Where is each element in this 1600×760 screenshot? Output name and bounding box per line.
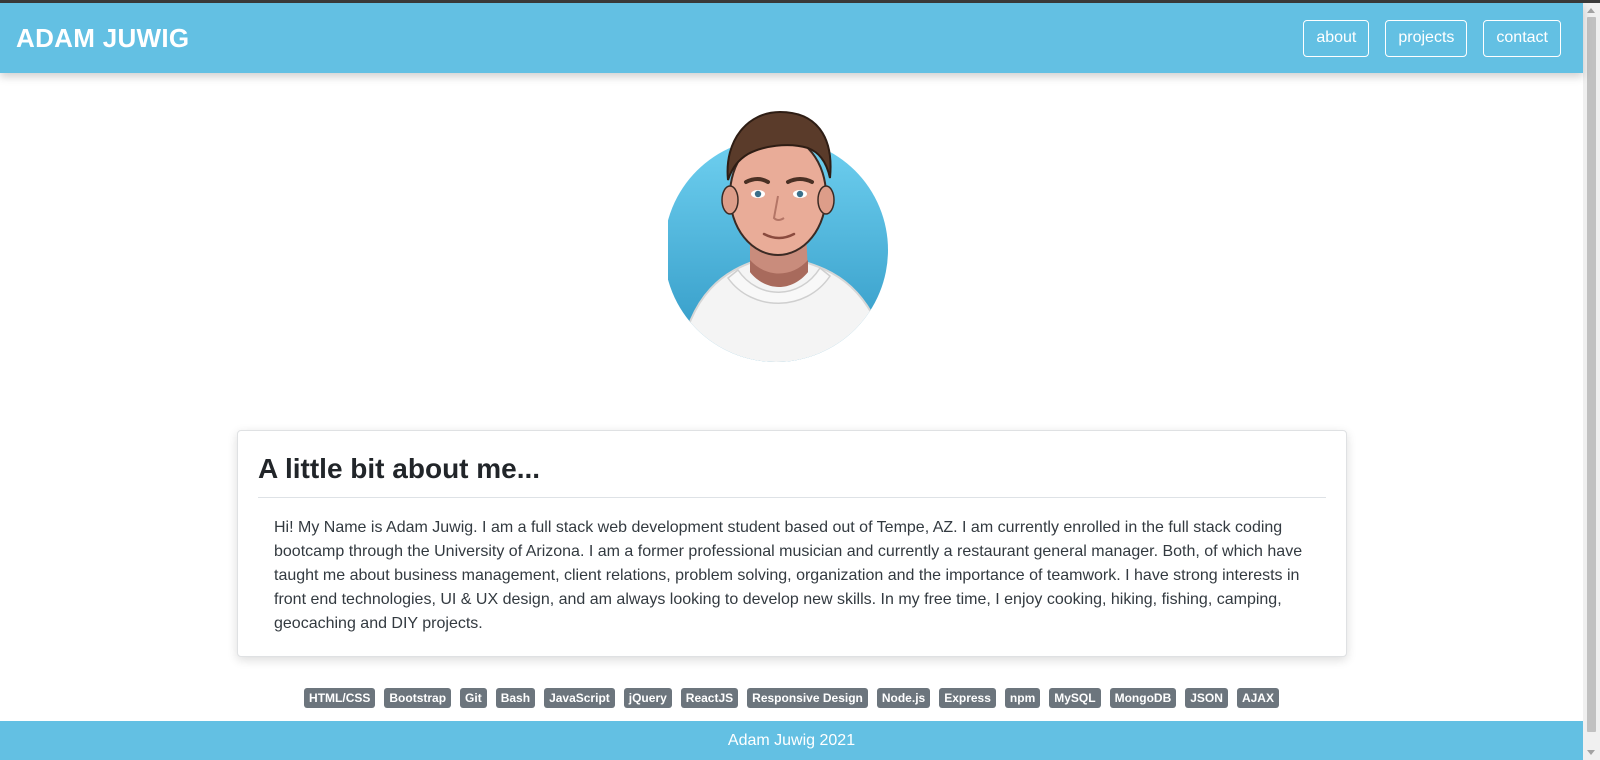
avatar [664, 100, 908, 370]
skill-badge: Bootstrap [384, 688, 452, 708]
skill-badge: JSON [1185, 688, 1228, 708]
nav-contact-button[interactable]: contact [1483, 19, 1561, 57]
skill-badge: AJAX [1236, 688, 1279, 708]
skill-badge: Git [460, 688, 487, 708]
skill-badge: MongoDB [1109, 688, 1177, 708]
skill-badge: Node.js [876, 688, 931, 708]
nav-links: about projects contact [1303, 19, 1561, 57]
skill-badge: ReactJS [680, 688, 739, 708]
skill-badge: Bash [495, 688, 536, 708]
scroll-up-arrow-icon[interactable] [1587, 8, 1595, 13]
about-card: A little bit about me... Hi! My Name is … [237, 430, 1347, 657]
about-heading: A little bit about me... [258, 453, 1326, 498]
nav-projects-button[interactable]: projects [1385, 19, 1468, 57]
skill-badge: HTML/CSS [304, 688, 376, 708]
skill-badge: JavaScript [544, 688, 615, 708]
footer-text: Adam Juwig 2021 [727, 731, 856, 749]
skill-badge: Responsive Design [747, 688, 868, 708]
skill-badge: npm [1004, 688, 1041, 708]
skills-badges: HTML/CSS Bootstrap Git Bash JavaScript j… [0, 688, 1583, 708]
skill-badge: MySQL [1049, 688, 1101, 708]
avatar-portrait-icon [664, 110, 888, 362]
footer: Adam Juwig 2021 [0, 721, 1583, 760]
scrollbar-thumb[interactable] [1587, 17, 1596, 732]
vertical-scrollbar[interactable] [1583, 3, 1600, 760]
brand-name[interactable]: ADAM JUWIG [16, 23, 189, 54]
skill-badge: Express [939, 688, 996, 708]
about-paragraph: Hi! My Name is Adam Juwig. I am a full s… [274, 519, 1303, 632]
scroll-down-arrow-icon[interactable] [1587, 750, 1595, 755]
navbar: ADAM JUWIG about projects contact [0, 3, 1583, 73]
nav-about-button[interactable]: about [1303, 19, 1370, 57]
skill-badge: jQuery [623, 688, 672, 708]
